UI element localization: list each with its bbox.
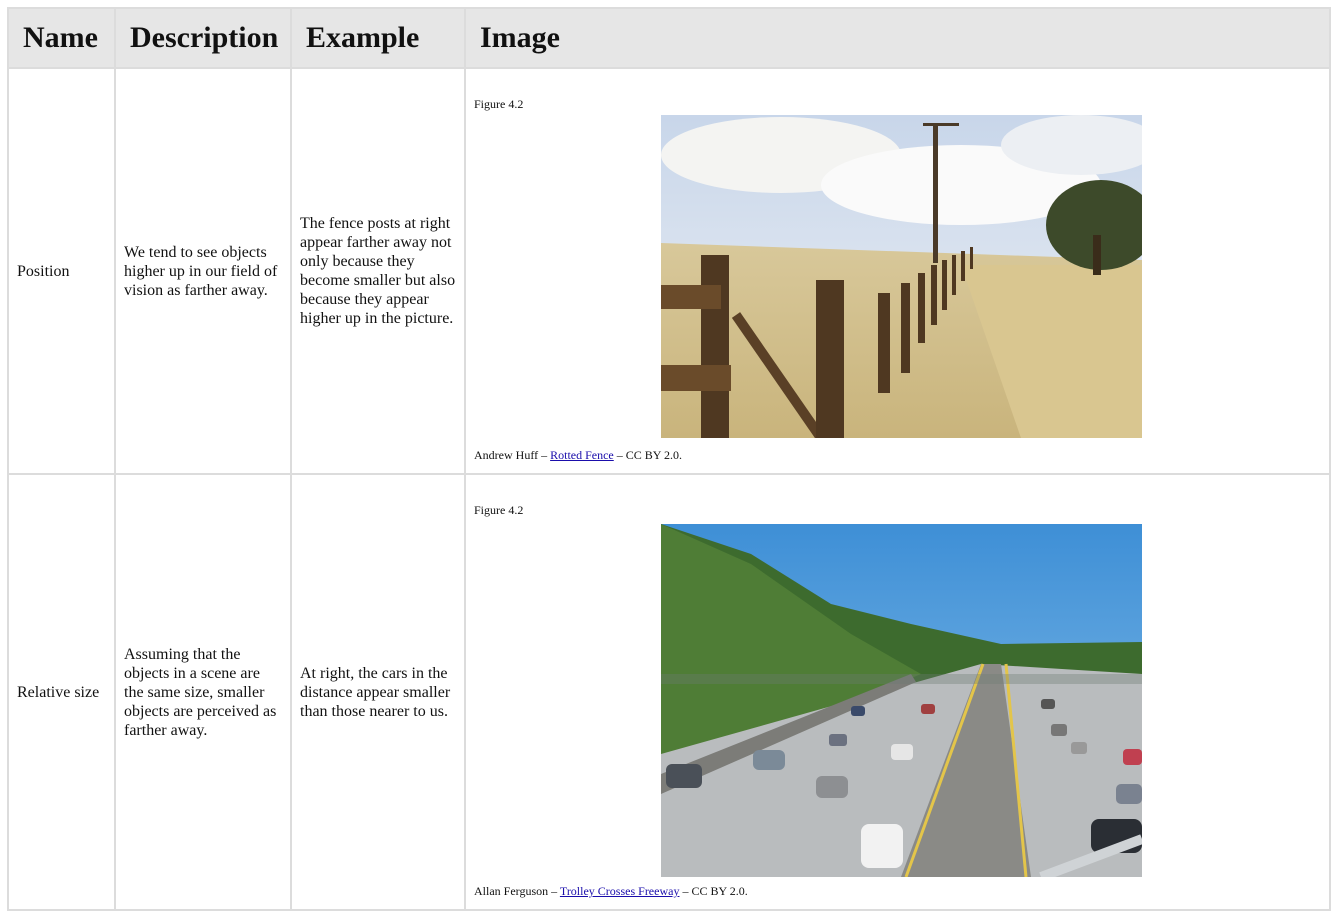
cell-image: Figure 4.2 xyxy=(464,473,1331,911)
photo-credit: Andrew Huff – Rotted Fence – CC BY 2.0. xyxy=(474,446,682,465)
credit-license: – CC BY 2.0. xyxy=(679,884,748,898)
depth-cues-table: Name Description Example Image Position … xyxy=(7,7,1331,911)
photo-credit: Allan Ferguson – Trolley Crosses Freeway… xyxy=(474,882,748,901)
figure-label: Figure 4.2 xyxy=(474,503,524,517)
cell-description: We tend to see objects higher up in our … xyxy=(114,67,292,475)
cell-name: Relative size xyxy=(7,473,116,911)
credit-link[interactable]: Rotted Fence xyxy=(550,448,614,462)
credit-license: – CC BY 2.0. xyxy=(613,448,682,462)
credit-author: Allan Ferguson – xyxy=(474,884,560,898)
header-name: Name xyxy=(7,7,116,69)
header-description: Description xyxy=(114,7,292,69)
header-example: Example xyxy=(290,7,466,69)
freeway-photo xyxy=(661,524,1142,877)
table-header-row: Name Description Example Image xyxy=(7,7,1331,69)
cell-name: Position xyxy=(7,67,116,475)
cell-example: At right, the cars in the distance appea… xyxy=(290,473,466,911)
table-row: Position We tend to see objects higher u… xyxy=(7,67,1331,475)
header-image: Image xyxy=(464,7,1331,69)
credit-author: Andrew Huff – xyxy=(474,448,551,462)
credit-link[interactable]: Trolley Crosses Freeway xyxy=(560,884,680,898)
cell-description: Assuming that the objects in a scene are… xyxy=(114,473,292,911)
fence-photo xyxy=(661,115,1142,438)
cell-example: The fence posts at right appear farther … xyxy=(290,67,466,475)
table-row: Relative size Assuming that the objects … xyxy=(7,473,1331,911)
figure-label: Figure 4.2 xyxy=(474,97,524,111)
cell-image: Figure 4.2 xyxy=(464,67,1331,475)
